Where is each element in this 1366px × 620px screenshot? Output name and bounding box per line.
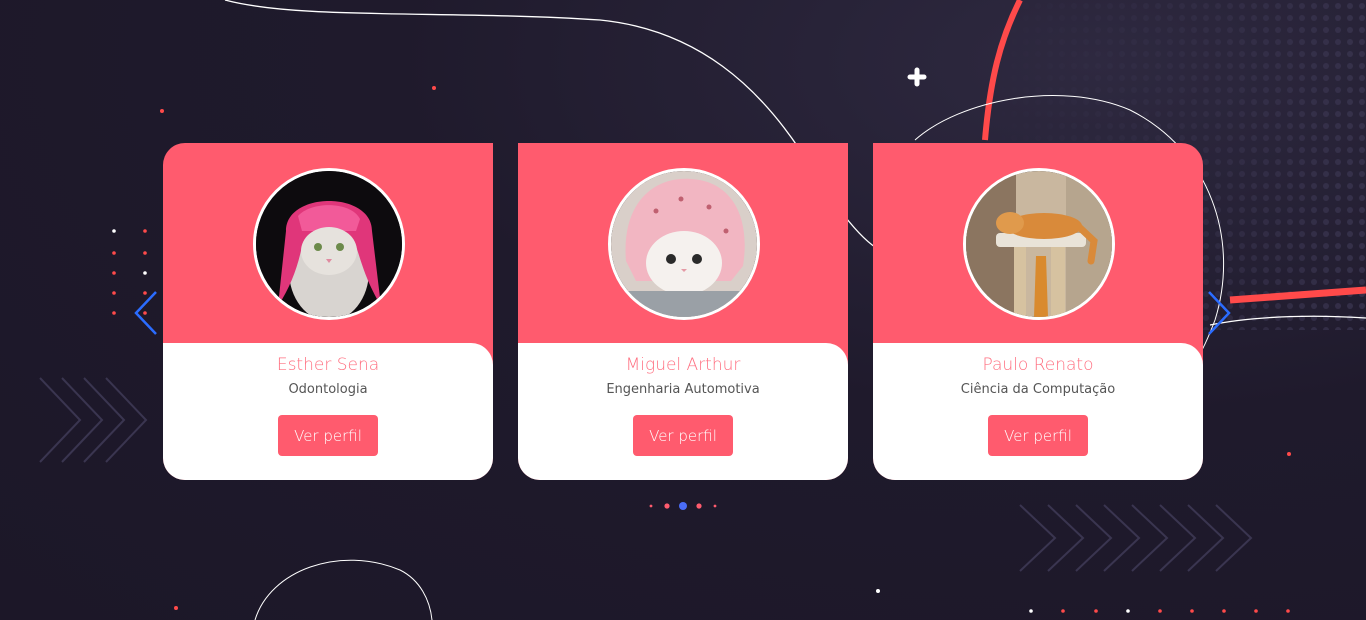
student-course: Engenharia Automotiva bbox=[606, 382, 760, 397]
carousel-pagination bbox=[649, 502, 717, 510]
profile-photo bbox=[253, 168, 405, 320]
pagination-dot[interactable] bbox=[649, 504, 653, 508]
student-name: Miguel Arthur bbox=[625, 355, 741, 375]
chevron-right-icon[interactable] bbox=[1205, 290, 1233, 336]
view-profile-button[interactable]: Ver perfil bbox=[278, 415, 378, 456]
profile-photo bbox=[963, 168, 1115, 320]
pagination-dot[interactable] bbox=[696, 503, 702, 509]
student-name: Esther Sena bbox=[276, 355, 380, 375]
student-name: Paulo Renato bbox=[982, 355, 1094, 375]
pagination-dot[interactable] bbox=[664, 503, 670, 509]
view-profile-button[interactable]: Ver perfil bbox=[633, 415, 733, 456]
student-course: Ciência da Computação bbox=[960, 382, 1116, 397]
profile-card: Miguel Arthur Engenharia Automotiva Ver … bbox=[518, 143, 848, 480]
profile-photo bbox=[608, 168, 760, 320]
pagination-dot[interactable] bbox=[713, 504, 717, 508]
profile-card: Paulo Renato Ciência da Computação Ver p… bbox=[873, 143, 1203, 480]
profile-card: Esther Sena Odontologia Ver perfil bbox=[163, 143, 493, 480]
pagination-dot-active[interactable] bbox=[679, 502, 687, 510]
view-profile-button[interactable]: Ver perfil bbox=[988, 415, 1088, 456]
chevron-left-icon[interactable] bbox=[132, 290, 160, 336]
student-course: Odontologia bbox=[288, 382, 368, 397]
